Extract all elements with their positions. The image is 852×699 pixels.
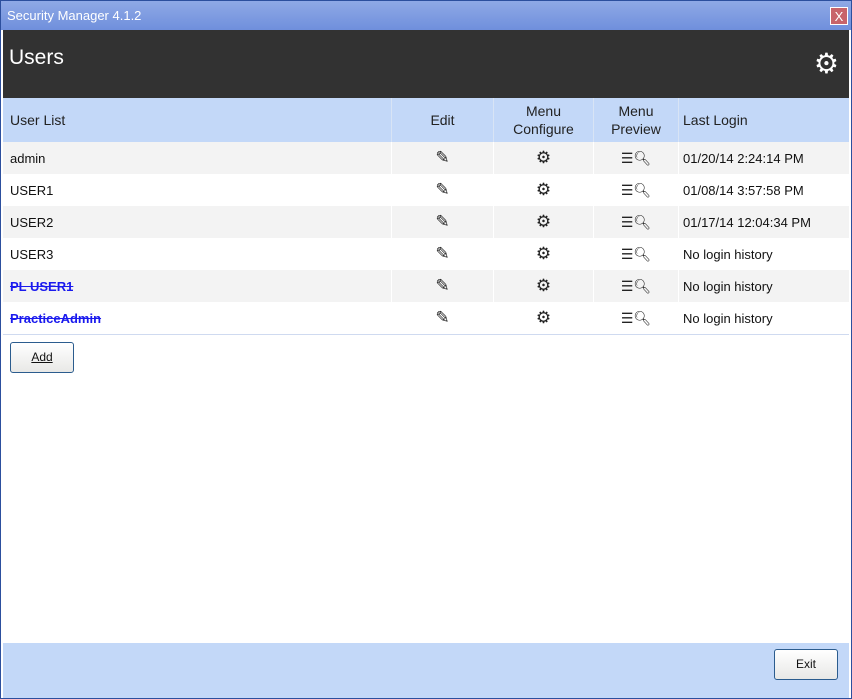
- edit-document-icon[interactable]: ✎: [435, 276, 449, 296]
- footer-bar: Exit: [3, 643, 849, 698]
- user-name[interactable]: USER2: [3, 206, 391, 238]
- add-label: Add: [31, 350, 53, 364]
- user-name-label[interactable]: admin: [10, 151, 45, 166]
- add-button[interactable]: Add: [10, 342, 74, 373]
- col-edit: Edit: [391, 98, 493, 142]
- preview-search-icon[interactable]: ☰🔍︎: [621, 150, 651, 167]
- gears-icon[interactable]: ⚙: [536, 180, 551, 200]
- last-login: 01/08/14 3:57:58 PM: [678, 174, 849, 206]
- table-row: admin ✎ ⚙ ☰🔍︎ 01/20/14 2:24:14 PM: [3, 142, 849, 174]
- gears-icon[interactable]: ⚙: [536, 244, 551, 264]
- edit-user-button[interactable]: ✎: [391, 270, 493, 302]
- user-name-label[interactable]: PL USER1: [10, 279, 73, 294]
- menu-configure-button[interactable]: ⚙: [493, 302, 593, 334]
- menu-configure-button[interactable]: ⚙: [493, 206, 593, 238]
- edit-document-icon[interactable]: ✎: [435, 244, 449, 264]
- user-name[interactable]: admin: [3, 142, 391, 174]
- user-name[interactable]: PL USER1: [3, 270, 391, 302]
- user-name-label[interactable]: USER1: [10, 183, 53, 198]
- menu-preview-button[interactable]: ☰🔍︎: [593, 238, 678, 270]
- user-name-label[interactable]: PracticeAdmin: [10, 311, 101, 326]
- menu-configure-button[interactable]: ⚙: [493, 270, 593, 302]
- user-name-label[interactable]: USER3: [10, 247, 53, 262]
- edit-user-button[interactable]: ✎: [391, 206, 493, 238]
- preview-search-icon[interactable]: ☰🔍︎: [621, 310, 651, 327]
- last-login: 01/17/14 12:04:34 PM: [678, 206, 849, 238]
- title-bar: Security Manager 4.1.2 X: [1, 1, 851, 30]
- menu-configure-button[interactable]: ⚙: [493, 238, 593, 270]
- table-row: USER2 ✎ ⚙ ☰🔍︎ 01/17/14 12:04:34 PM: [3, 206, 849, 238]
- edit-document-icon[interactable]: ✎: [435, 308, 449, 328]
- preview-search-icon[interactable]: ☰🔍︎: [621, 246, 651, 263]
- table-row: USER1 ✎ ⚙ ☰🔍︎ 01/08/14 3:57:58 PM: [3, 174, 849, 206]
- close-button[interactable]: X: [830, 7, 848, 25]
- table-row: PracticeAdmin ✎ ⚙ ☰🔍︎ No login history: [3, 302, 849, 334]
- last-login: No login history: [678, 238, 849, 270]
- gears-icon[interactable]: ⚙: [536, 212, 551, 232]
- menu-preview-button[interactable]: ☰🔍︎: [593, 142, 678, 174]
- preview-search-icon[interactable]: ☰🔍︎: [621, 278, 651, 295]
- edit-document-icon[interactable]: ✎: [435, 212, 449, 232]
- menu-configure-button[interactable]: ⚙: [493, 174, 593, 206]
- menu-preview-button[interactable]: ☰🔍︎: [593, 302, 678, 334]
- window-title: Security Manager 4.1.2: [7, 8, 142, 23]
- user-table-body: admin ✎ ⚙ ☰🔍︎ 01/20/14 2:24:14 PM USER1 ✎…: [3, 142, 849, 334]
- table-row: USER3 ✎ ⚙ ☰🔍︎ No login history: [3, 238, 849, 270]
- last-login: No login history: [678, 270, 849, 302]
- edit-document-icon[interactable]: ✎: [435, 180, 449, 200]
- gears-icon[interactable]: ⚙: [536, 148, 551, 168]
- menu-preview-button[interactable]: ☰🔍︎: [593, 174, 678, 206]
- user-name-label[interactable]: USER2: [10, 215, 53, 230]
- edit-user-button[interactable]: ✎: [391, 302, 493, 334]
- col-last-login: Last Login: [678, 98, 849, 142]
- gears-icon[interactable]: ⚙: [536, 308, 551, 328]
- gears-icon[interactable]: ⚙: [536, 276, 551, 296]
- table-row: PL USER1 ✎ ⚙ ☰🔍︎ No login history: [3, 270, 849, 302]
- last-login: No login history: [678, 302, 849, 334]
- edit-user-button[interactable]: ✎: [391, 238, 493, 270]
- user-name[interactable]: USER1: [3, 174, 391, 206]
- preview-search-icon[interactable]: ☰🔍︎: [621, 214, 651, 231]
- preview-search-icon[interactable]: ☰🔍︎: [621, 182, 651, 199]
- table-header: User List Edit Menu Configure Menu Previ…: [3, 98, 849, 142]
- app-window: Security Manager 4.1.2 X Users ⚙ User Li…: [0, 0, 852, 699]
- edit-user-button[interactable]: ✎: [391, 142, 493, 174]
- user-name[interactable]: PracticeAdmin: [3, 302, 391, 334]
- page-title: Users: [9, 46, 64, 69]
- menu-preview-button[interactable]: ☰🔍︎: [593, 270, 678, 302]
- last-login: 01/20/14 2:24:14 PM: [678, 142, 849, 174]
- col-user-list: User List: [10, 112, 66, 128]
- menu-configure-button[interactable]: ⚙: [493, 142, 593, 174]
- col-menu-configure: Menu Configure: [493, 98, 593, 142]
- edit-user-button[interactable]: ✎: [391, 174, 493, 206]
- page-header: Users ⚙: [3, 30, 849, 98]
- table-divider: [3, 334, 849, 335]
- edit-document-icon[interactable]: ✎: [435, 148, 449, 168]
- col-menu-preview: Menu Preview: [593, 98, 678, 142]
- menu-preview-button[interactable]: ☰🔍︎: [593, 206, 678, 238]
- settings-gear-icon[interactable]: ⚙: [814, 50, 839, 78]
- user-name[interactable]: USER3: [3, 238, 391, 270]
- exit-button[interactable]: Exit: [774, 649, 838, 680]
